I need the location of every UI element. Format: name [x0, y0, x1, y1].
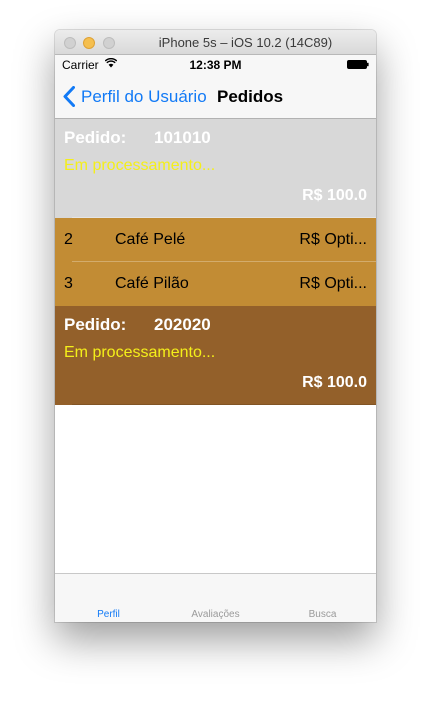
row-divider: [72, 404, 376, 405]
order-item-row[interactable]: 2 Café Pelé R$ Opti...: [55, 218, 376, 262]
tab-perfil[interactable]: Perfil: [55, 609, 162, 620]
item-name: Café Pilão: [115, 275, 189, 292]
back-button[interactable]: Perfil do Usuário: [63, 75, 207, 118]
order-status: Em processamento...: [64, 157, 216, 174]
page-title: Pedidos: [217, 87, 284, 106]
navigation-bar: Perfil do Usuário Pedidos: [55, 75, 376, 119]
order-header[interactable]: Pedido: 101010 Em processamento... R$ 10…: [55, 119, 376, 218]
item-price: R$ Opti...: [299, 275, 367, 292]
order-total: R$ 100.0: [302, 374, 367, 391]
order-label: Pedido:: [64, 315, 127, 334]
order-status: Em processamento...: [64, 344, 216, 361]
simulator-window: iPhone 5s – iOS 10.2 (14C89) Carrier 12:…: [55, 30, 376, 622]
zoom-window-button[interactable]: [103, 37, 115, 49]
status-bar: Carrier 12:38 PM: [55, 55, 376, 75]
close-window-button[interactable]: [64, 37, 76, 49]
order-item-row[interactable]: 3 Café Pilão R$ Opti...: [55, 262, 376, 306]
order-header[interactable]: Pedido: 202020 Em processamento... R$ 10…: [55, 306, 376, 405]
window-titlebar: iPhone 5s – iOS 10.2 (14C89): [55, 30, 376, 55]
item-name: Café Pelé: [115, 231, 186, 248]
order-total: R$ 100.0: [302, 187, 367, 204]
battery-icon: [347, 60, 369, 69]
tab-bar: Perfil Avaliações Busca: [55, 573, 376, 622]
order-label: Pedido:: [64, 128, 127, 147]
clock: 12:38 PM: [189, 58, 242, 72]
minimize-window-button[interactable]: [83, 37, 95, 49]
order-number: 202020: [154, 315, 211, 334]
tab-busca[interactable]: Busca: [269, 609, 376, 620]
order-number: 101010: [154, 128, 211, 147]
device-screen: Carrier 12:38 PM Perfil do Usuário Pedid…: [55, 55, 376, 622]
item-quantity: 2: [64, 231, 73, 248]
item-price: R$ Opti...: [299, 231, 367, 248]
back-button-label: Perfil do Usuário: [81, 86, 207, 106]
tab-avaliacoes[interactable]: Avaliações: [162, 609, 269, 620]
item-quantity: 3: [64, 275, 73, 292]
window-title: iPhone 5s – iOS 10.2 (14C89): [158, 35, 333, 50]
chevron-left-icon: [63, 86, 75, 107]
